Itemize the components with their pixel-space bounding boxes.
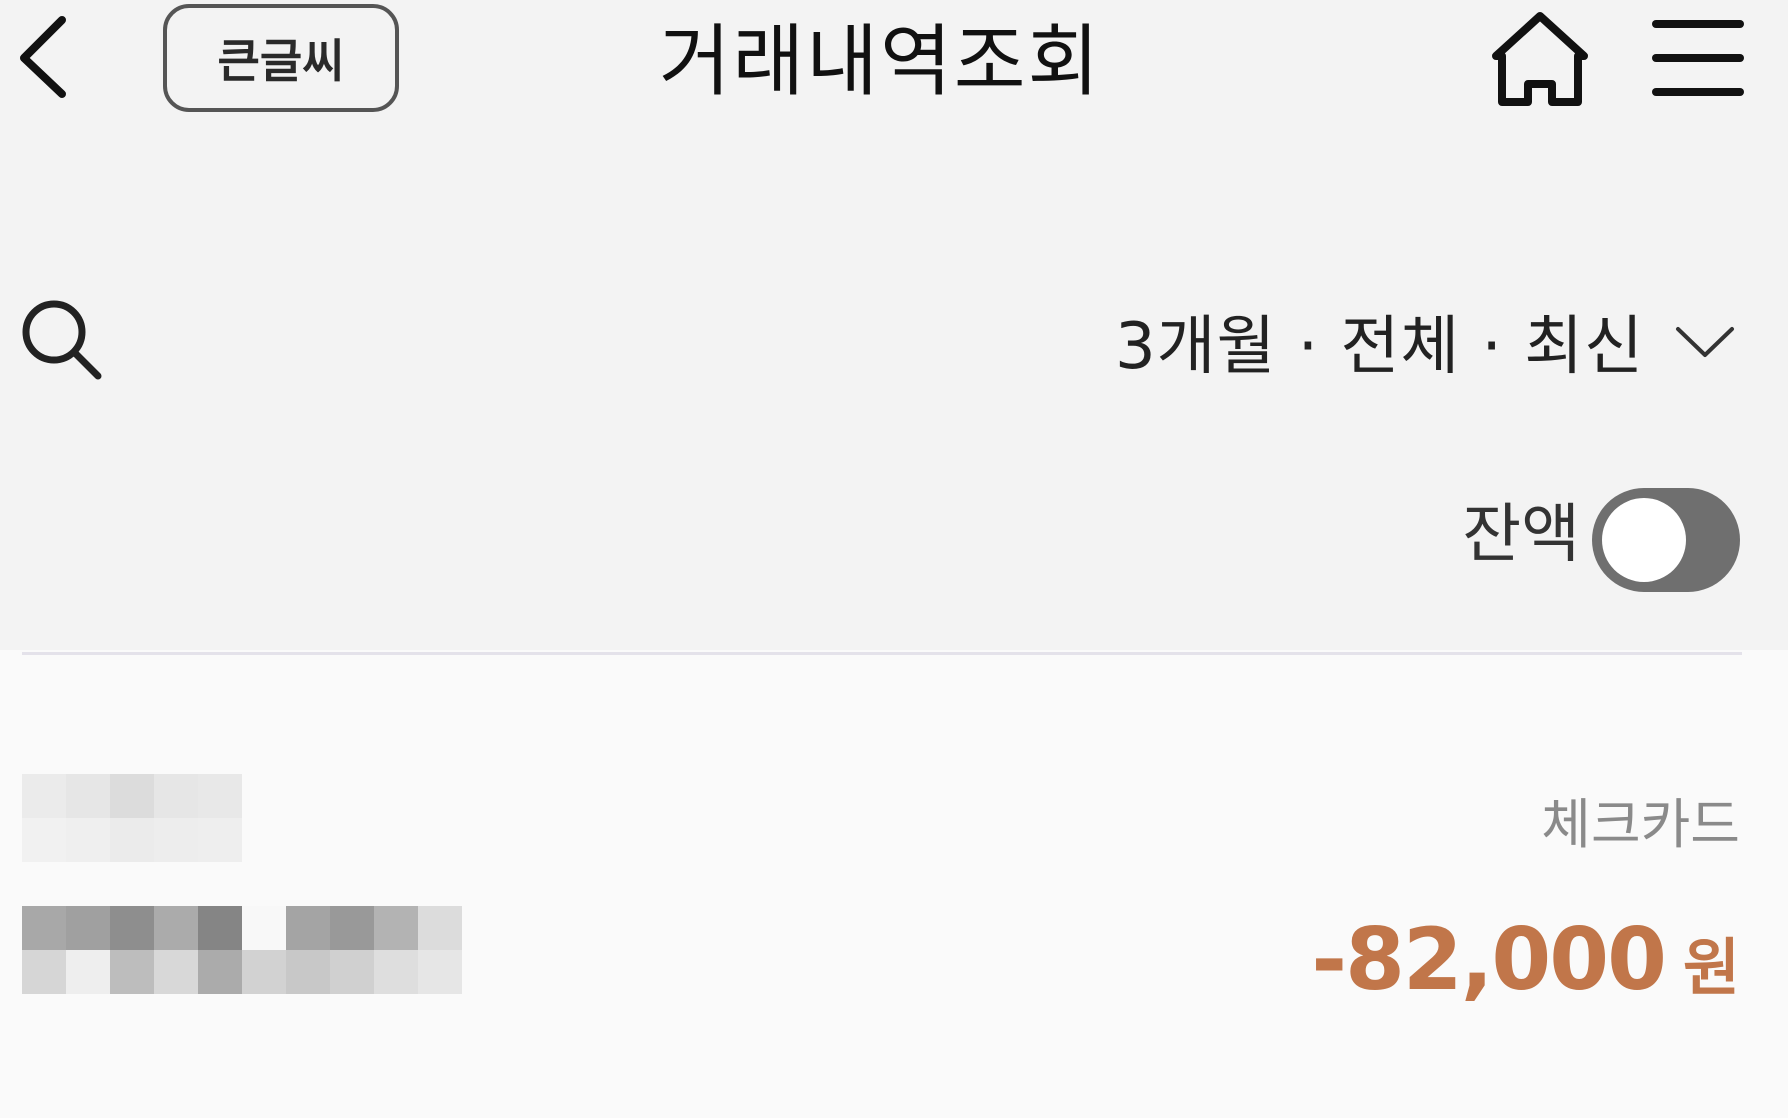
toggle-knob — [1602, 498, 1686, 582]
transaction-history-screen: 큰글씨 거래내역조회 3개월 · 전체 · 최신 잔액 체크카드 -82,000… — [0, 0, 1788, 1118]
hamburger-menu-icon — [1652, 20, 1744, 96]
divider — [22, 652, 1742, 655]
period-filter-dropdown[interactable]: 3개월 · 전체 · 최신 — [1115, 296, 1736, 386]
transaction-amount: -82,000 원 — [1311, 910, 1740, 1010]
chevron-left-icon — [20, 16, 66, 98]
transaction-row[interactable]: 체크카드 -82,000 원 — [0, 740, 1788, 1020]
transaction-type: 체크카드 — [1541, 793, 1740, 856]
home-button[interactable] — [1488, 6, 1592, 110]
header-bar: 큰글씨 거래내역조회 — [0, 0, 1788, 140]
search-icon — [22, 300, 102, 380]
menu-button[interactable] — [1652, 10, 1744, 106]
amount-value: -82,000 — [1311, 910, 1667, 1010]
amount-currency: 원 — [1682, 931, 1740, 1004]
back-button[interactable] — [10, 8, 80, 108]
filter-summary: 3개월 · 전체 · 최신 — [1114, 310, 1644, 384]
balance-toggle[interactable] — [1592, 488, 1740, 592]
big-text-label: 큰글씨 — [217, 34, 345, 88]
page-title: 거래내역조회 — [658, 17, 1102, 107]
balance-toggle-label: 잔액 — [1462, 498, 1580, 572]
home-icon — [1492, 12, 1588, 106]
chevron-down-icon — [1676, 327, 1734, 357]
big-text-button[interactable]: 큰글씨 — [163, 4, 399, 112]
search-button[interactable] — [18, 296, 106, 384]
